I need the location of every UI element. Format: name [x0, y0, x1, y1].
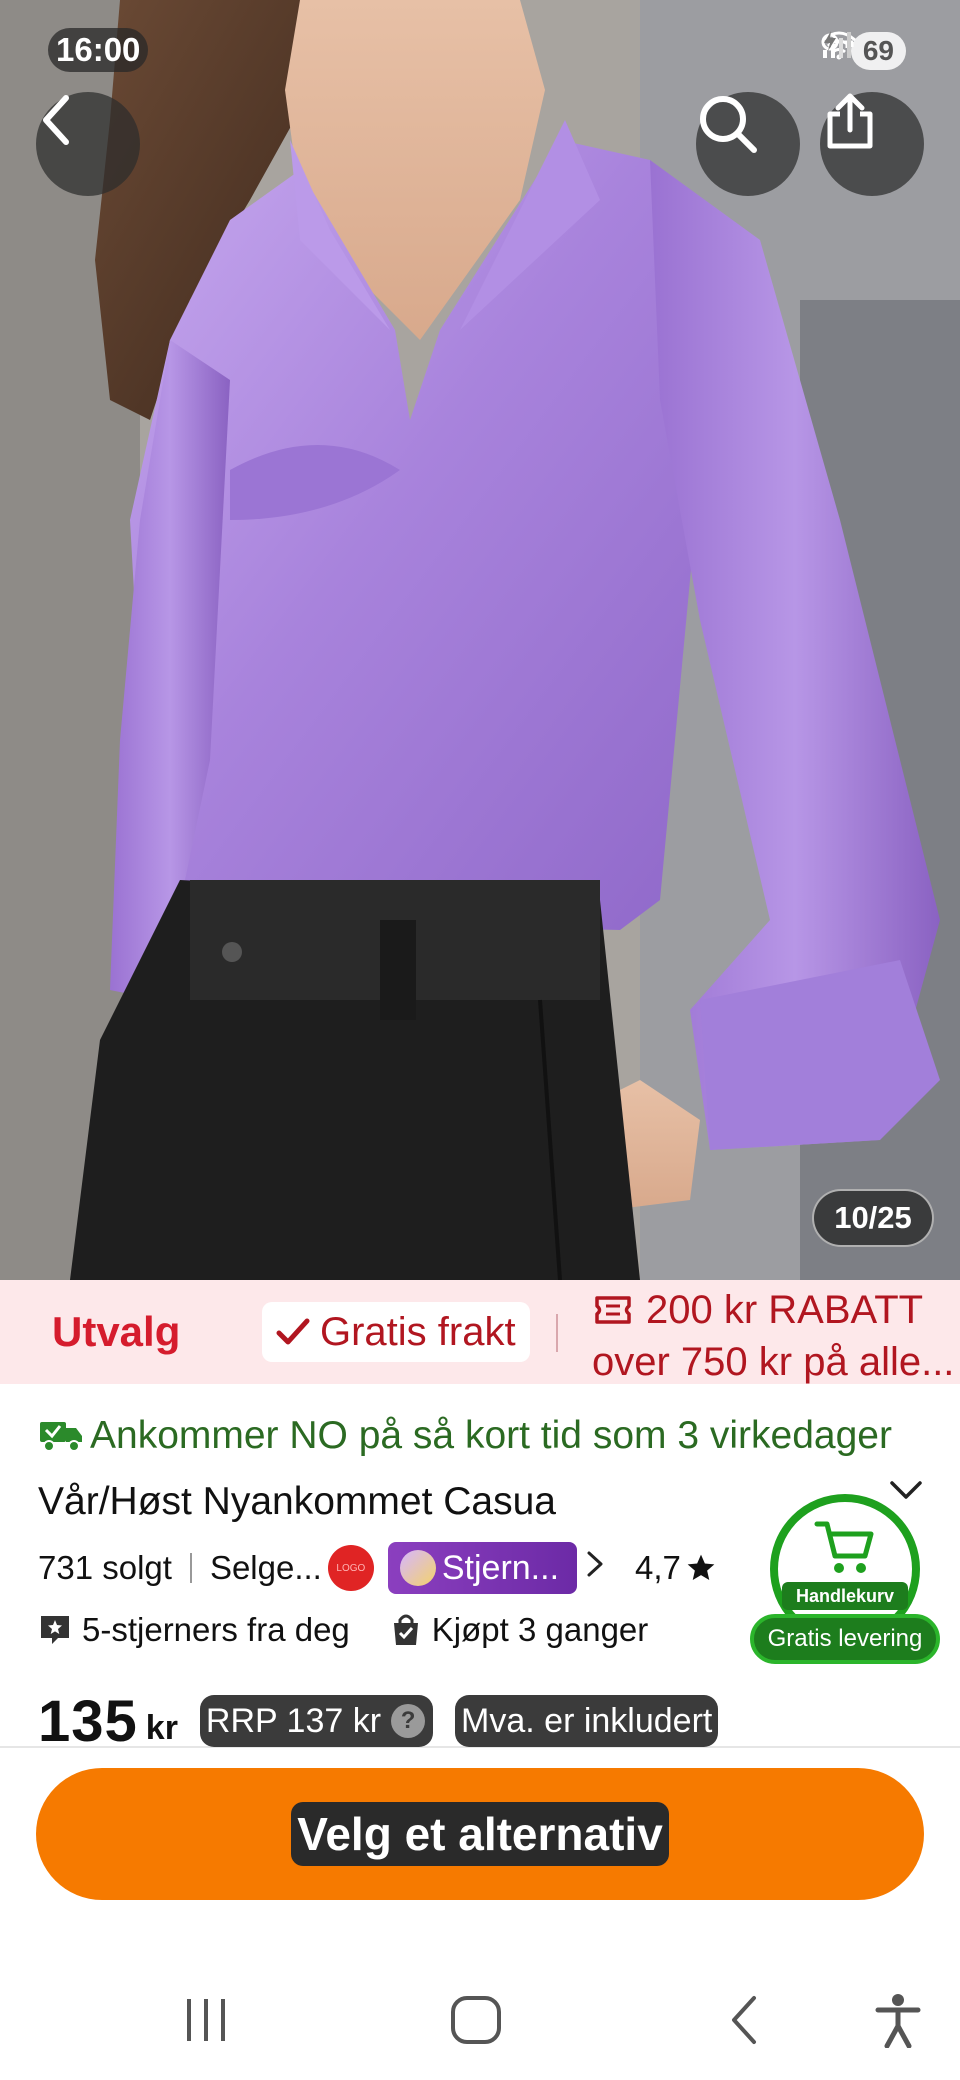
cart-label: Handlekurv [782, 1582, 908, 1610]
stats-divider [189, 1553, 192, 1583]
rating[interactable]: 4,7 [635, 1549, 717, 1587]
price-value: 135 [38, 1688, 138, 1754]
free-shipping-label: Gratis frakt [320, 1309, 516, 1354]
chevron-left-icon [43, 95, 69, 145]
sold-count: 731 solgt [38, 1549, 172, 1586]
search-button[interactable] [696, 92, 800, 196]
battery-level: 69 [862, 35, 894, 66]
help-icon[interactable]: ? [391, 1704, 426, 1738]
promo-divider [556, 1314, 558, 1352]
back-button[interactable] [36, 92, 140, 196]
five-star-note: 5-stjerners fra deg [38, 1611, 350, 1649]
promo-utvalg[interactable]: Utvalg [52, 1308, 180, 1356]
delivery-estimate: Ankommer NO på så kort tid som 3 virkeda… [90, 1414, 892, 1457]
share-button[interactable] [820, 92, 924, 196]
five-star-label: 5-stjerners fra deg [82, 1611, 350, 1648]
status-icons: 69 [821, 30, 906, 72]
accessibility-button[interactable] [858, 1980, 938, 2060]
share-icon [827, 93, 873, 149]
home-icon [451, 1996, 501, 2044]
rrp-badge[interactable]: RRP 137 kr ? [199, 1695, 434, 1747]
trust-row: 5-stjerners fra deg Kjøpt 3 ganger [38, 1604, 688, 1656]
stats-row: 731 solgt Selge... LOGO Stjern... 4,7 [38, 1540, 717, 1596]
search-icon [700, 96, 757, 153]
product-photo-illustration [0, 0, 960, 1280]
rrp-label: RRP 137 kr [205, 1701, 382, 1740]
vat-badge: Mva. er inkludert [455, 1695, 719, 1747]
android-nav-bar [0, 1960, 960, 2080]
product-title-text: Vår/Høst Nyankommet Casua [38, 1480, 556, 1523]
chevron-right-icon[interactable] [585, 1549, 605, 1587]
star-chat-icon [41, 1616, 69, 1644]
recent-apps-icon [187, 1999, 225, 2041]
choose-option-label: Velg et alternativ [291, 1802, 669, 1866]
recent-apps-button[interactable] [166, 1980, 246, 2060]
back-icon [732, 1996, 756, 2044]
accessibility-icon [875, 1994, 921, 2048]
floating-cart[interactable]: Handlekurv Gratis levering [750, 1494, 940, 1664]
coupon-icon [595, 1296, 631, 1324]
bought-times-label: Kjøpt 3 ganger [431, 1611, 649, 1648]
seller-logo-icon[interactable]: LOGO [327, 1545, 374, 1591]
promo-strip[interactable]: Utvalg Gratis frakt 200 kr RABATT over 7… [0, 1280, 960, 1384]
checkmark-icon [276, 1318, 310, 1345]
shopping-cart-icon [814, 1521, 874, 1573]
system-back-button[interactable] [704, 1980, 784, 2060]
battery-icon: 69 [823, 31, 906, 70]
bought-times-note: Kjøpt 3 ganger [390, 1611, 648, 1649]
status-bar: 16:00 69 [0, 0, 960, 100]
discount-line-1: 200 kr RABATT [646, 1288, 924, 1332]
free-shipping-badge[interactable]: Gratis frakt [262, 1302, 530, 1362]
price-currency: kr [145, 1708, 178, 1747]
home-button[interactable] [436, 1980, 516, 2060]
delivery-truck-icon [38, 1412, 84, 1472]
discount-line-2: over 750 kr på alle... [592, 1340, 955, 1384]
status-time: 16:00 [48, 28, 149, 72]
seller-name[interactable]: Selge... [210, 1549, 322, 1587]
choose-option-button[interactable]: Velg et alternativ [36, 1768, 924, 1900]
star-seller-label: Stjern... [441, 1548, 560, 1587]
product-image[interactable]: 16:00 69 10/25 [0, 0, 960, 1280]
discount-coupon[interactable]: 200 kr RABATT over 750 kr på alle... [592, 1284, 960, 1384]
rating-value: 4,7 [635, 1549, 681, 1586]
price-row: 135 kr RRP 137 kr ? Mva. er inkludert [38, 1686, 719, 1756]
star-seller-icon [399, 1550, 436, 1586]
star-seller-badge[interactable]: Stjern... [387, 1542, 578, 1594]
free-delivery-pill[interactable]: Gratis levering [750, 1614, 940, 1664]
image-counter: 10/25 [812, 1189, 934, 1247]
star-icon [687, 1554, 715, 1580]
shopping-bag-icon [393, 1614, 418, 1645]
